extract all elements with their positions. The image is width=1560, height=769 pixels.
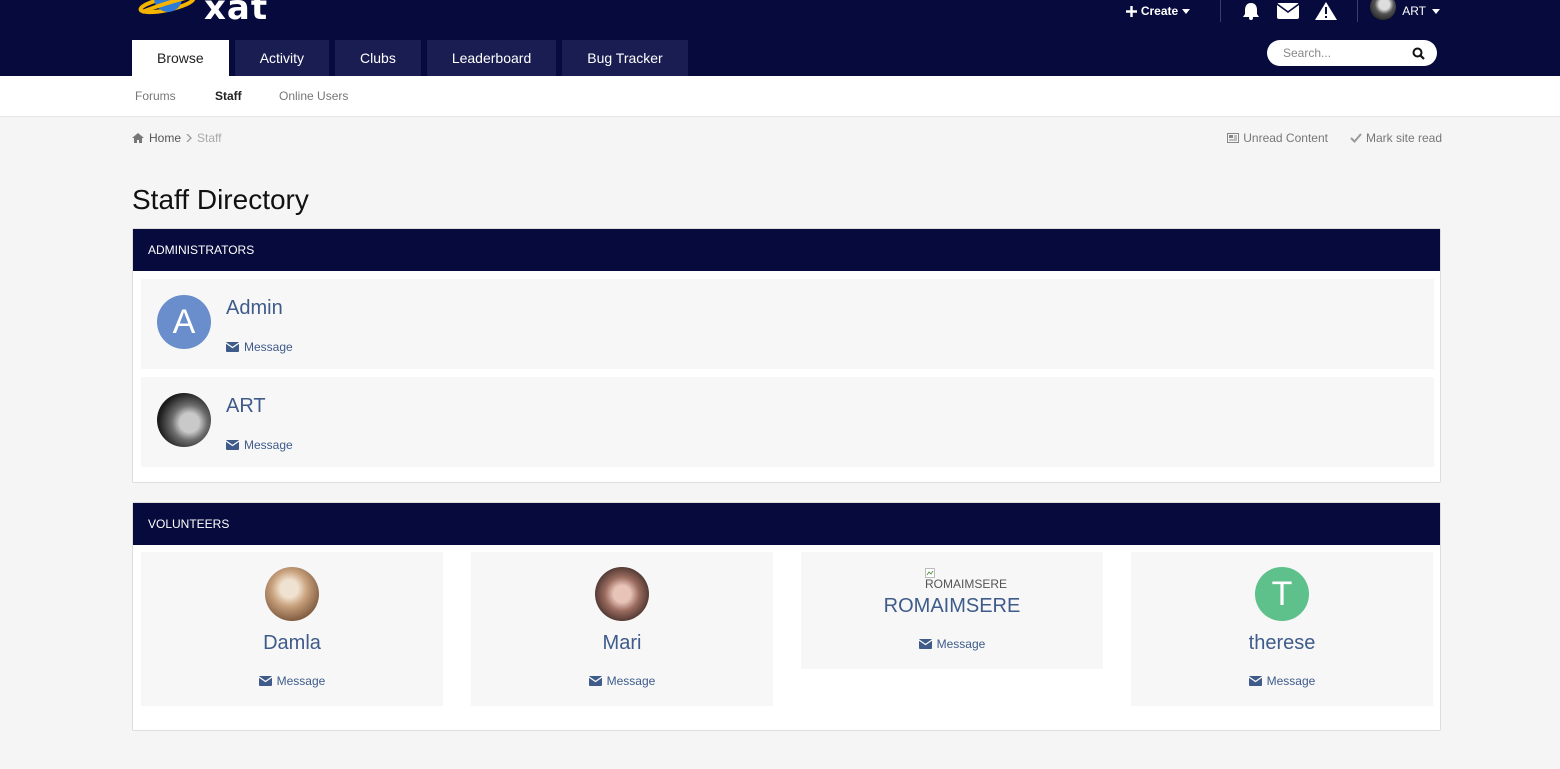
check-icon	[1350, 133, 1362, 143]
sub-nav: Forums Staff Online Users	[0, 76, 1560, 117]
avatar[interactable]: T	[1255, 567, 1309, 621]
message-button[interactable]: Message	[801, 637, 1103, 651]
notifications-button[interactable]	[1241, 2, 1261, 20]
broken-avatar-image[interactable]: ROMAIMSERE	[925, 568, 1007, 591]
staff-card: T therese Message	[1131, 552, 1433, 706]
member-name[interactable]: Mari	[471, 632, 773, 655]
user-avatar	[1370, 0, 1397, 20]
caret-down-icon	[1182, 8, 1191, 14]
envelope-icon	[1248, 676, 1262, 686]
search-icon[interactable]	[1412, 47, 1425, 60]
avatar[interactable]	[595, 567, 649, 621]
tab-bug-tracker[interactable]: Bug Tracker	[562, 40, 688, 76]
administrators-section: ADMINISTRATORS A Admin Message ART Messa…	[132, 228, 1441, 483]
reports-button[interactable]	[1315, 2, 1338, 20]
staff-card: A Admin Message	[141, 279, 1434, 369]
user-menu[interactable]: ART	[1370, 0, 1440, 20]
staff-card: ROMAIMSERE ROMAIMSERE Message	[801, 552, 1103, 669]
search-box	[1267, 40, 1437, 66]
tab-browse[interactable]: Browse	[132, 40, 229, 76]
message-label: Message	[606, 674, 656, 688]
page-title: Staff Directory	[132, 184, 309, 215]
member-name[interactable]: Admin	[226, 297, 283, 320]
logo-planet-icon[interactable]	[138, 0, 196, 18]
breadcrumb-actions: Unread Content Mark site read	[1227, 131, 1442, 145]
section-title: VOLUNTEERS	[133, 503, 1440, 545]
divider	[1357, 0, 1359, 22]
volunteers-section: VOLUNTEERS Damla Message Mari Message RO…	[132, 502, 1441, 731]
avatar[interactable]: A	[157, 295, 211, 349]
staff-card: Mari Message	[471, 552, 773, 706]
member-name[interactable]: therese	[1131, 632, 1433, 655]
main-nav: Browse Activity Clubs Leaderboard Bug Tr…	[132, 40, 694, 76]
subnav-forums[interactable]: Forums	[135, 89, 176, 103]
staff-card: ART Message	[141, 377, 1434, 467]
message-button[interactable]: Message	[471, 674, 773, 688]
newspaper-icon	[1227, 133, 1240, 143]
envelope-icon	[226, 342, 239, 352]
create-button[interactable]: Create	[1125, 4, 1191, 18]
unread-content-label: Unread Content	[1243, 131, 1328, 145]
home-icon	[132, 133, 144, 143]
avatar-letter: T	[1271, 574, 1293, 613]
broken-image-alt: ROMAIMSERE	[925, 577, 1008, 591]
message-label: Message	[244, 340, 293, 354]
divider	[1220, 0, 1222, 22]
unread-content-link[interactable]: Unread Content	[1227, 131, 1328, 145]
bell-icon	[1243, 3, 1260, 20]
create-label: Create	[1140, 4, 1179, 18]
avatar[interactable]	[265, 567, 319, 621]
envelope-icon	[588, 676, 602, 686]
search-input[interactable]	[1283, 46, 1412, 60]
breadcrumb-current: Staff	[197, 131, 222, 145]
mark-site-read-label: Mark site read	[1365, 131, 1442, 145]
member-name[interactable]: Damla	[141, 632, 443, 655]
tab-leaderboard[interactable]: Leaderboard	[426, 40, 557, 76]
warning-icon	[1315, 2, 1338, 20]
message-label: Message	[936, 637, 986, 651]
envelope-icon	[226, 440, 239, 450]
envelope-icon	[1277, 3, 1300, 19]
message-label: Message	[1266, 674, 1316, 688]
messages-button[interactable]	[1277, 3, 1300, 19]
logo-text[interactable]: xat	[204, 0, 268, 28]
section-title: ADMINISTRATORS	[133, 229, 1440, 271]
member-name[interactable]: ROMAIMSERE	[801, 595, 1103, 618]
user-bar: Create ART	[1125, 0, 1440, 22]
message-button[interactable]: Message	[226, 438, 293, 452]
subnav-online-users[interactable]: Online Users	[279, 89, 348, 103]
message-button[interactable]: Message	[1131, 674, 1433, 688]
message-label: Message	[276, 674, 326, 688]
staff-card: Damla Message	[141, 552, 443, 706]
breadcrumb-home[interactable]: Home	[149, 131, 181, 145]
avatar-letter: A	[172, 302, 196, 341]
member-name[interactable]: ART	[226, 395, 266, 418]
caret-down-icon	[1432, 8, 1440, 14]
site-header: xat Browse Activity Clubs Leaderboard Bu…	[0, 0, 1560, 76]
breadcrumb: Home Staff	[132, 131, 221, 145]
avatar[interactable]	[157, 393, 211, 447]
message-label: Message	[244, 438, 293, 452]
username: ART	[1402, 4, 1426, 18]
tab-clubs[interactable]: Clubs	[335, 40, 421, 76]
message-button[interactable]: Message	[141, 674, 443, 688]
envelope-icon	[258, 676, 272, 686]
chevron-right-icon	[186, 134, 192, 142]
mark-site-read-link[interactable]: Mark site read	[1350, 131, 1442, 145]
plus-icon	[1125, 5, 1137, 17]
subnav-staff[interactable]: Staff	[215, 89, 242, 103]
tab-activity[interactable]: Activity	[234, 40, 330, 76]
envelope-icon	[918, 639, 932, 649]
message-button[interactable]: Message	[226, 340, 293, 354]
